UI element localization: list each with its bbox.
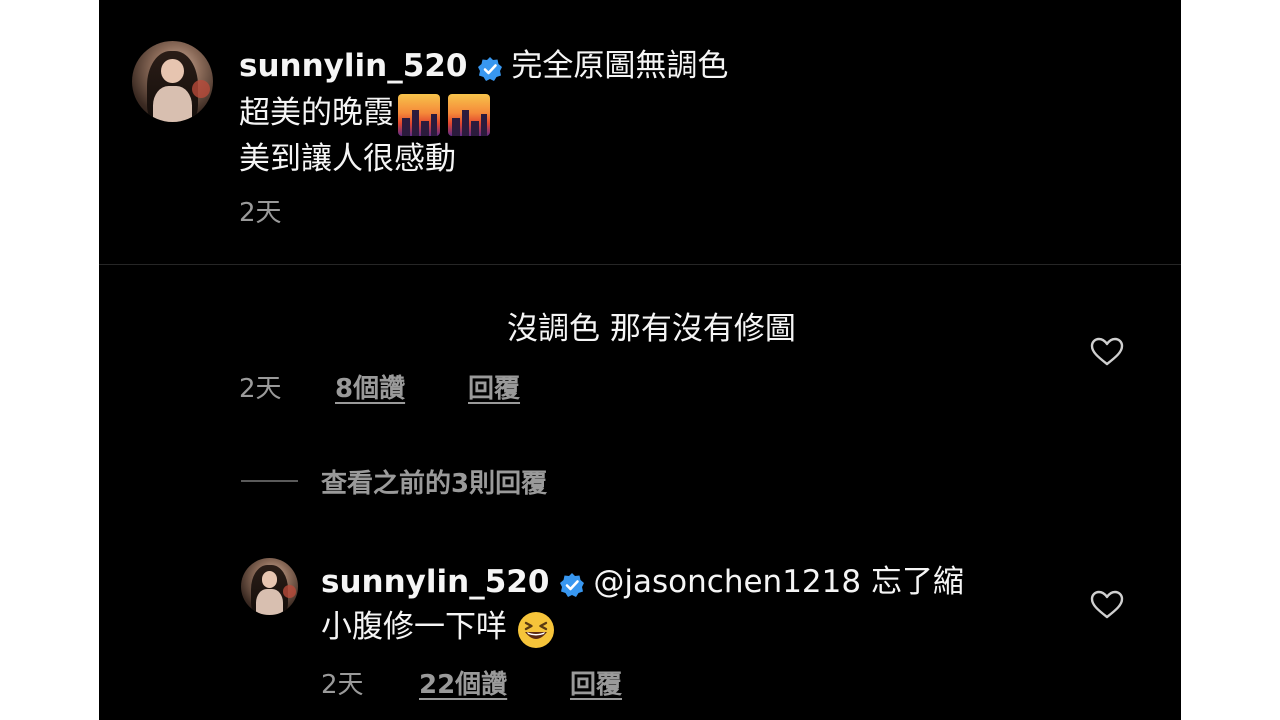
verified-badge-icon [477,56,503,82]
reply-reply-button[interactable]: 回覆 [570,664,622,701]
reply-timestamp: 2天 [321,670,364,700]
heart-outline-icon[interactable] [1090,590,1124,620]
reply-header-line: sunnylin_520 @jasonchen1218 忘了縮 [321,556,964,601]
caption-line-3-row: 美到讓人很感動 [239,133,456,178]
city-sunset-emoji [398,93,440,136]
city-sunset-emoji [448,93,490,136]
caption-line-2: 超美的晚霞 [239,95,394,131]
comments-panel: sunnylin_520 完全原圖無調色 超美的晚霞 美到讓人很感動 2天 沒調色… [99,0,1181,720]
comment-text: 沒調色 那有沒有修圖 [507,311,796,347]
post-author-avatar[interactable] [132,41,213,122]
view-replies-dash [241,480,298,482]
caption-line-1: 完全原圖無調色 [511,48,729,84]
caption-header-line: sunnylin_520 完全原圖無調色 [239,40,728,85]
caption-line-2-row: 超美的晚霞 [239,87,490,140]
comment-reply-button[interactable]: 回覆 [468,368,520,405]
grinning-squinting-face-emoji [516,610,556,650]
post-author-username[interactable]: sunnylin_520 [239,48,467,84]
reply-mention[interactable]: @jasonchen1218 [593,564,861,600]
view-previous-replies-button[interactable]: 查看之前的3則回覆 [321,463,547,500]
reply-author-username[interactable]: sunnylin_520 [321,564,549,600]
heart-outline-icon[interactable] [1090,337,1124,367]
caption-divider [99,264,1181,265]
reply-text-line-1: 忘了縮 [870,564,964,600]
comment-likes-link[interactable]: 8個讚 [335,368,405,405]
reply-text-line-2: 小腹修一下咩 [321,609,507,645]
comment-timestamp: 2天 [239,374,282,404]
reply-line-2-row: 小腹修一下咩 [321,601,556,653]
verified-badge-icon [559,572,585,598]
reply-author-avatar[interactable] [241,558,298,615]
caption-line-3: 美到讓人很感動 [239,141,456,177]
caption-timestamp: 2天 [239,198,282,228]
reply-likes-link[interactable]: 22個讚 [419,664,507,701]
